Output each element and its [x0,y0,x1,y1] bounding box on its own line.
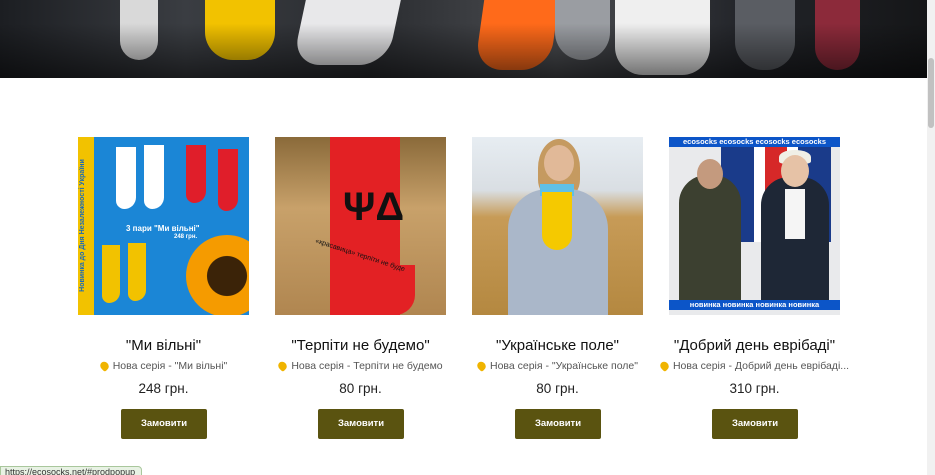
product-card: "Українське поле" Нова серія - "Українсь… [472,137,643,439]
product-card: Новинка до Дня Незалежності України 3 па… [78,137,249,439]
trident-mark: ΨΔ [343,185,405,229]
product-title[interactable]: "Ми вільні" [58,337,269,354]
scrollbar-thumb[interactable] [928,58,934,128]
link-status-bar: https://ecosocks.net/#prodpopup [0,466,143,475]
product-card: ecosocks ecosocks ecosocks ecosocks нови… [658,137,849,439]
product-subtitle: Нова серія - "Українське поле" [447,360,668,372]
product-image-text: 3 пари "Ми вільні" [126,224,200,233]
product-image[interactable]: Новинка до Дня Незалежності України 3 па… [78,137,249,315]
product-price: 248 грн. [138,381,189,396]
product-image-price-text: 248 грн. [174,234,198,240]
product-title[interactable]: "Добрий день еврібаді" [649,337,860,354]
page-scrollbar[interactable] [927,0,935,475]
product-image[interactable] [472,137,643,315]
yellow-heart-icon [276,360,289,372]
product-price: 80 грн. [536,381,579,396]
product-price: 80 грн. [339,381,382,396]
yellow-heart-icon [658,360,671,372]
product-title[interactable]: "Терпіти не будемо" [255,337,466,354]
product-subtitle: Нова серія - "Ми вільні" [53,360,274,372]
product-subtitle: Нова серія - Добрий день еврібаді... [644,360,865,372]
product-image-vertical-text: Новинка до Дня Незалежності України [79,159,86,292]
order-button[interactable]: Замовити [121,409,207,439]
product-card: ΨΔ «красавица» терпіти не буде "Терпіти … [275,137,446,439]
order-button[interactable]: Замовити [712,409,798,439]
product-image[interactable]: ΨΔ «красавица» терпіти не буде [275,137,446,315]
order-button[interactable]: Замовити [515,409,601,439]
product-subtitle: Нова серія - Терпіти не будемо [250,360,471,372]
product-title[interactable]: "Українське поле" [452,337,663,354]
product-image-bottom-banner: новинка новинка новинка новинка [669,300,840,310]
product-image-top-banner: ecosocks ecosocks ecosocks ecosocks [669,137,840,147]
yellow-heart-icon [98,360,111,372]
product-image[interactable]: ecosocks ecosocks ecosocks ecosocks нови… [669,137,840,315]
hero-banner-image [0,0,927,78]
product-price: 310 грн. [729,381,780,396]
order-button[interactable]: Замовити [318,409,404,439]
yellow-heart-icon [475,360,488,372]
